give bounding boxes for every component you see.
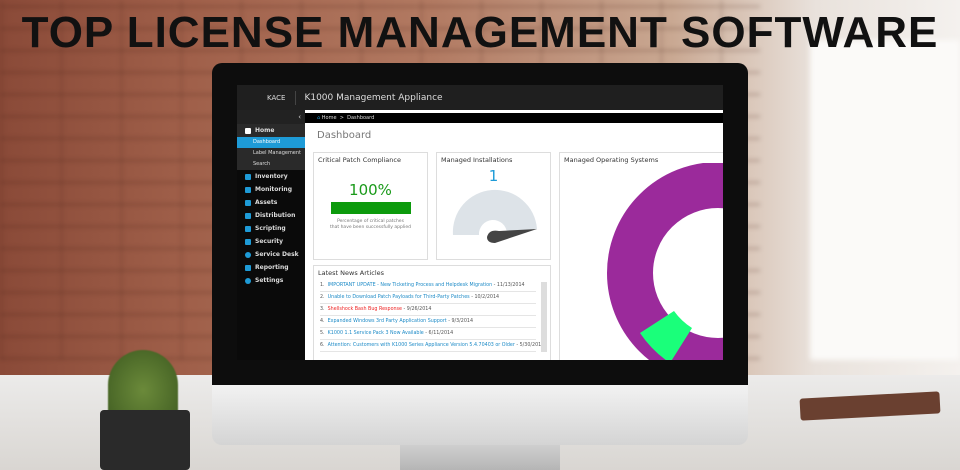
sidebar-item-label: Scripting — [255, 225, 286, 232]
sidebar-item-label: Assets — [255, 199, 278, 206]
scripting-icon — [245, 225, 251, 232]
news-date: - 9/3/2014 — [446, 319, 473, 324]
monitoring-icon — [245, 186, 251, 193]
sidebar-item-label: Reporting — [255, 264, 289, 271]
sidebar-item-label: Settings — [255, 277, 284, 284]
caption-line: Percentage of critical patches — [337, 219, 404, 224]
operating-systems-card: Managed Operating Systems — [559, 152, 723, 360]
installations-value: 1 — [488, 167, 499, 185]
sidebar-item-service-desk[interactable]: Service Desk — [237, 248, 305, 261]
lifebuoy-icon — [245, 251, 251, 258]
sidebar-sub-search[interactable]: Search — [237, 159, 305, 170]
news-link[interactable]: Expanded Windows 3rd Party Application S… — [328, 319, 447, 324]
sidebar-item-label: Monitoring — [255, 186, 292, 193]
headline: TOP LICENSE MANAGEMENT SOFTWARE — [21, 8, 939, 57]
news-link[interactable]: Shellshock Bash Bug Response — [328, 307, 402, 312]
lock-icon — [245, 238, 251, 245]
sidebar-item-inventory[interactable]: Inventory — [237, 170, 305, 183]
gauge-arc — [452, 189, 537, 235]
compliance-bar — [330, 202, 411, 214]
card-title: Critical Patch Compliance — [318, 156, 401, 164]
top-bar: KACE K1000 Management Appliance — [237, 85, 723, 110]
managed-installations-card: Managed Installations 1 — [436, 152, 551, 260]
sidebar-item-label: Inventory — [255, 173, 288, 180]
sidebar-item-label: Distribution — [255, 212, 296, 219]
news-item: 4. Expanded Windows 3rd Party Applicatio… — [320, 316, 536, 328]
window-light — [810, 40, 960, 360]
app-title: K1000 Management Appliance — [304, 92, 443, 103]
sidebar-item-settings[interactable]: Settings — [237, 274, 305, 287]
news-date: - 6/11/2014 — [423, 331, 454, 336]
sidebar-item-label: Security — [255, 238, 284, 245]
report-icon — [245, 264, 251, 271]
news-number: 2. — [320, 295, 325, 300]
sidebar-sub-label-management[interactable]: Label Management — [237, 148, 305, 159]
news-date: - 9/26/2014 — [402, 307, 432, 312]
sidebar: ‹ Home Dashboard Label Management Search… — [237, 110, 305, 360]
sidebar-sub-dashboard[interactable]: Dashboard — [237, 137, 305, 148]
caption-line: that have been successfully applied — [330, 225, 411, 230]
sidebar-item-label: Home — [255, 127, 275, 134]
news-item: 3. Shellshock Bash Bug Response - 9/26/2… — [320, 304, 536, 316]
gauge — [452, 189, 537, 243]
news-number: 1. — [320, 283, 325, 288]
news-scrollbar[interactable] — [541, 282, 547, 352]
monitor-chin — [212, 385, 748, 445]
card-title: Latest News Articles — [318, 269, 385, 277]
news-date: - 10/2/2014 — [469, 295, 500, 300]
news-item: 5. K1000 1.1 Service Pack 3 Now Availabl… — [320, 328, 536, 340]
sidebar-item-monitoring[interactable]: Monitoring — [237, 183, 305, 196]
distribution-icon — [245, 212, 251, 219]
compliance-caption: Percentage of critical patches that have … — [314, 219, 427, 231]
news-card: Latest News Articles 1. IMPORTANT UPDATE… — [313, 265, 551, 360]
card-title: Managed Installations — [441, 156, 513, 164]
plant-pot — [100, 410, 190, 470]
sidebar-item-distribution[interactable]: Distribution — [237, 209, 305, 222]
news-number: 5. — [320, 331, 325, 336]
news-link[interactable]: Unable to Download Patch Payloads for Th… — [328, 295, 470, 300]
news-link[interactable]: IMPORTANT UPDATE - New Ticketing Process… — [328, 283, 493, 288]
news-item: 6. Attention: Customers with K1000 Serie… — [320, 340, 544, 352]
news-number: 6. — [320, 343, 325, 348]
sidebar-item-security[interactable]: Security — [237, 235, 305, 248]
compliance-value: 100% — [349, 181, 392, 199]
news-item: 1. IMPORTANT UPDATE - New Ticketing Proc… — [320, 280, 536, 292]
os-donut-chart — [607, 163, 723, 360]
breadcrumb-separator: > — [339, 115, 344, 121]
news-date: - 5/30/2014 — [514, 343, 545, 348]
sidebar-item-scripting[interactable]: Scripting — [237, 222, 305, 235]
monitor-icon — [245, 173, 251, 180]
news-list: 1. IMPORTANT UPDATE - New Ticketing Proc… — [314, 280, 550, 352]
breadcrumb-home[interactable]: Home — [322, 115, 337, 121]
breadcrumb-current: Dashboard — [347, 115, 375, 121]
brand-logo[interactable]: KACE — [237, 90, 297, 105]
home-icon — [245, 127, 251, 134]
assets-icon — [245, 199, 251, 206]
news-number: 3. — [320, 307, 325, 312]
sidebar-item-home[interactable]: Home — [237, 124, 305, 137]
news-number: 4. — [320, 319, 325, 324]
page-title: Dashboard — [317, 130, 372, 141]
sidebar-item-reporting[interactable]: Reporting — [237, 261, 305, 274]
sidebar-item-assets[interactable]: Assets — [237, 196, 305, 209]
breadcrumb: ⌂ Home > Dashboard — [305, 113, 723, 123]
news-link[interactable]: Attention: Customers with K1000 Series A… — [328, 343, 515, 348]
collapse-sidebar-button[interactable]: ‹ — [237, 110, 305, 124]
news-item: 2. Unable to Download Patch Payloads for… — [320, 292, 536, 304]
news-date: - 11/13/2014 — [492, 283, 525, 288]
home-icon: ⌂ — [317, 115, 321, 121]
app-screen: KACE K1000 Management Appliance ‹ Home D… — [237, 85, 723, 360]
gauge-needle — [487, 229, 537, 243]
gear-icon — [245, 277, 251, 284]
news-link[interactable]: K1000 1.1 Service Pack 3 Now Available — [328, 331, 424, 336]
monitor-stand — [400, 445, 560, 470]
sidebar-item-label: Service Desk — [255, 251, 299, 258]
patch-compliance-card: Critical Patch Compliance 100% Percentag… — [313, 152, 428, 260]
